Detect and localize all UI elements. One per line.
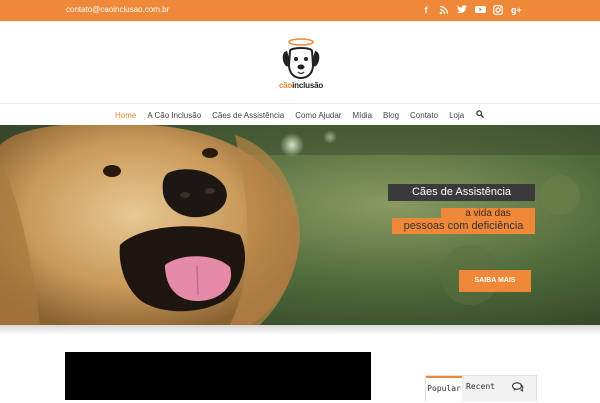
nav-item-assistance-dogs[interactable]: Cães de Assistência xyxy=(212,111,284,120)
top-bar: contato@caoinclusao.com.br f g+ xyxy=(0,0,600,21)
dog-logo-icon xyxy=(282,38,320,80)
instagram-icon[interactable] xyxy=(493,5,503,16)
nav-item-about[interactable]: A Cão Inclusão xyxy=(147,111,201,120)
tab-comments[interactable] xyxy=(499,376,536,401)
learn-more-button[interactable]: SAIBA MAIS xyxy=(459,270,531,292)
search-icon[interactable] xyxy=(476,110,484,118)
main-nav: Home A Cão Inclusão Cães de Assistência … xyxy=(0,103,600,127)
google-plus-icon[interactable]: g+ xyxy=(511,5,522,16)
nav-item-blog[interactable]: Blog xyxy=(383,111,399,120)
rss-icon[interactable] xyxy=(439,5,449,16)
youtube-icon[interactable] xyxy=(475,5,486,16)
sidebar-tabs: Popular Recent xyxy=(425,375,537,403)
nav-item-shop[interactable]: Loja xyxy=(449,111,464,120)
tab-popular[interactable]: Popular xyxy=(426,376,462,403)
hero-caption-title: Cães de Assistência xyxy=(388,184,535,201)
nav-item-contact[interactable]: Contato xyxy=(410,111,438,120)
nav-item-home[interactable]: Home xyxy=(115,111,136,120)
contact-email[interactable]: contato@caoinclusao.com.br xyxy=(66,5,169,14)
nav-item-media[interactable]: Mídia xyxy=(352,111,372,120)
twitter-icon[interactable] xyxy=(457,5,467,16)
social-links: f g+ xyxy=(421,3,522,18)
video-player[interactable] xyxy=(65,352,371,400)
site-header: cãoinclusão xyxy=(0,21,600,103)
site-logo[interactable]: cãoinclusão xyxy=(278,37,324,95)
comments-icon xyxy=(511,382,523,393)
tab-recent[interactable]: Recent xyxy=(463,376,498,401)
logo-wordmark: cãoinclusão xyxy=(278,81,324,90)
nav-item-how-to-help[interactable]: Como Ajudar xyxy=(295,111,341,120)
hero-shadow xyxy=(0,325,600,335)
hero-caption-line2: pessoas com deficiência xyxy=(392,218,535,234)
facebook-icon[interactable]: f xyxy=(421,5,431,16)
